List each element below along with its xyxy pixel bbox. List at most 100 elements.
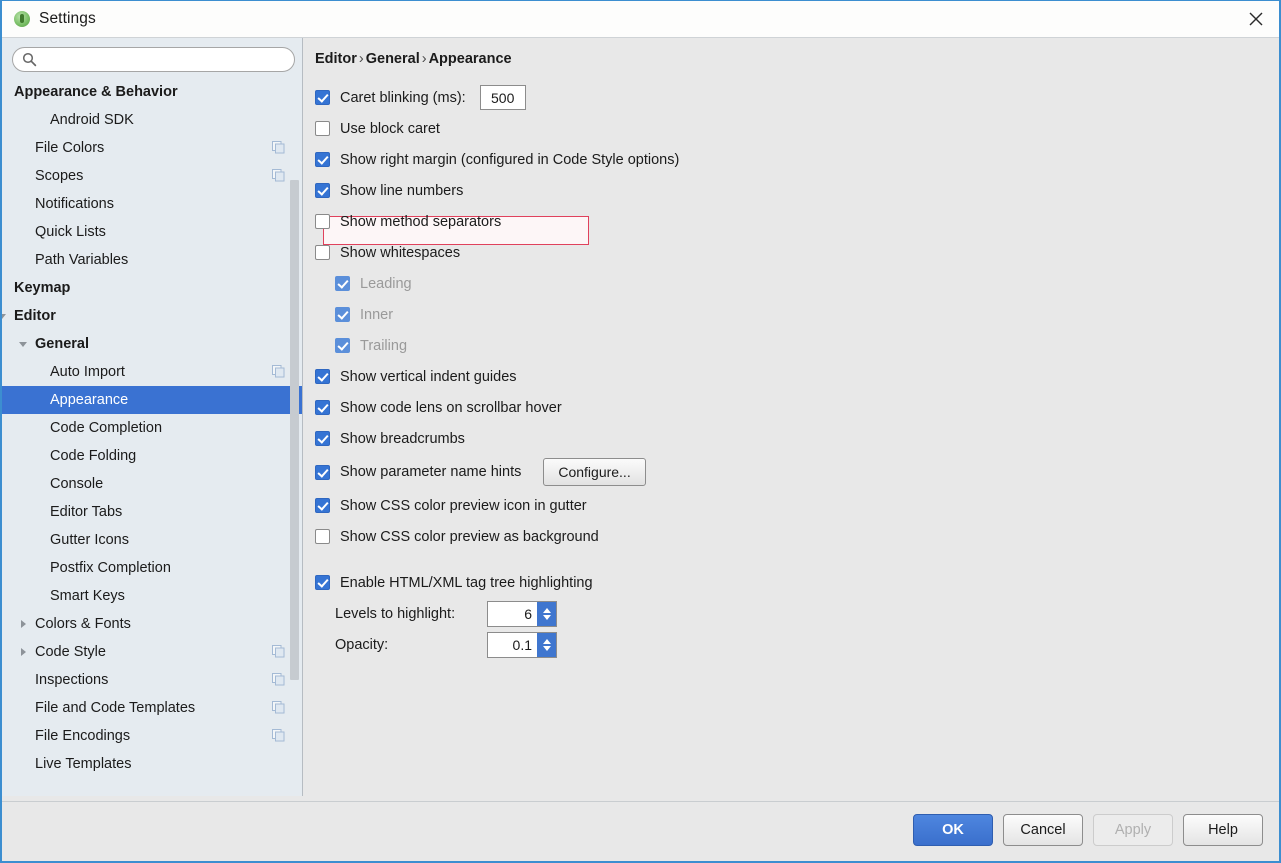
option-row-use-block-caret: Use block caret: [315, 113, 1265, 144]
sidebar-item-scopes[interactable]: Scopes: [2, 162, 302, 190]
label-css-background: Show CSS color preview as background: [340, 528, 599, 545]
checkbox-show-right-margin[interactable]: [315, 152, 330, 167]
label-show-line-numbers: Show line numbers: [340, 182, 464, 199]
sidebar-item-appearance-behavior[interactable]: Appearance & Behavior: [2, 78, 302, 106]
option-row-inner: Inner: [315, 299, 1265, 330]
sidebar-item-label: File Encodings: [35, 728, 131, 744]
spinner-arrows-levels[interactable]: [537, 601, 556, 626]
checkbox-use-block-caret[interactable]: [315, 121, 330, 136]
checkbox-caret-blinking[interactable]: [315, 90, 330, 105]
sidebar-item-live-templates[interactable]: Live Templates: [2, 750, 302, 778]
chevron-up-icon[interactable]: [542, 607, 551, 613]
sidebar-item-label: Scopes: [35, 168, 84, 184]
sidebar-item-label: Notifications: [35, 196, 114, 212]
sidebar-item-inspections[interactable]: Inspections: [2, 666, 302, 694]
input-levels-to-highlight[interactable]: [488, 602, 536, 625]
help-button[interactable]: Help: [1183, 814, 1263, 846]
sidebar-item-notifications[interactable]: Notifications: [2, 190, 302, 218]
checkbox-param-name-hints[interactable]: [315, 464, 330, 480]
chevron-right-icon[interactable]: [16, 645, 30, 659]
sidebar-item-auto-import[interactable]: Auto Import: [2, 358, 302, 386]
option-row-show-whitespaces: Show whitespaces: [315, 237, 1265, 268]
checkbox-code-lens[interactable]: [315, 400, 330, 415]
settings-tree: Appearance & Behavior Android SDK File Col…: [2, 78, 302, 796]
settings-main-panel: Editor › General › Appearance Caret blinking…: [304, 38, 1279, 796]
sidebar-item-smart-keys[interactable]: Smart Keys: [2, 582, 302, 610]
dialog-footer: OK Cancel Apply Help: [2, 801, 1279, 860]
label-caret-blinking: Caret blinking (ms):: [340, 89, 466, 106]
option-row-trailing: Trailing: [315, 330, 1265, 361]
sidebar-item-general[interactable]: General: [2, 330, 302, 358]
chevron-down-icon[interactable]: [542, 645, 551, 651]
cancel-button[interactable]: Cancel: [1003, 814, 1083, 846]
breadcrumb-part-editor[interactable]: Editor: [315, 51, 357, 67]
copy-settings-icon: [272, 729, 285, 742]
checkbox-vertical-indent-guides[interactable]: [315, 369, 330, 384]
chevron-up-icon[interactable]: [542, 638, 551, 644]
sidebar-item-code-style[interactable]: Code Style: [2, 638, 302, 666]
window-title: Settings: [39, 10, 96, 27]
sidebar-scrollbar-thumb[interactable]: [290, 180, 299, 680]
option-row-vertical-indent-guides: Show vertical indent guides: [315, 361, 1265, 392]
sidebar-item-label: Quick Lists: [35, 224, 106, 240]
sidebar-item-colors-fonts[interactable]: Colors & Fonts: [2, 610, 302, 638]
option-row-html-tag-tree: Enable HTML/XML tag tree highlighting: [315, 567, 1265, 598]
input-opacity[interactable]: [488, 633, 536, 656]
sidebar-item-console[interactable]: Console: [2, 470, 302, 498]
label-trailing: Trailing: [360, 337, 408, 354]
settings-dialog: Settings Appearance & Behavior Android SD: [0, 0, 1281, 863]
sidebar-item-code-completion[interactable]: Code Completion: [2, 414, 302, 442]
sidebar-item-editor-tabs[interactable]: Editor Tabs: [2, 498, 302, 526]
sidebar-item-file-colors[interactable]: File Colors: [2, 134, 302, 162]
checkbox-show-method-separators[interactable]: [315, 214, 330, 229]
checkbox-html-tag-tree[interactable]: [315, 575, 330, 590]
checkbox-trailing: [335, 338, 350, 353]
checkbox-show-line-numbers[interactable]: [315, 183, 330, 198]
search-input[interactable]: [12, 47, 295, 72]
checkbox-css-background[interactable]: [315, 529, 330, 544]
sidebar-item-code-folding[interactable]: Code Folding: [2, 442, 302, 470]
footer-buttons: OK Cancel Apply Help: [913, 814, 1263, 846]
chevron-down-icon[interactable]: [2, 309, 9, 323]
chevron-right-icon[interactable]: [16, 617, 30, 631]
sidebar-item-appearance[interactable]: Appearance: [2, 386, 302, 414]
label-show-right-margin: Show right margin (configured in Code St…: [340, 151, 680, 168]
chevron-down-icon[interactable]: [16, 337, 30, 351]
checkbox-leading: [335, 276, 350, 291]
apply-button: Apply: [1093, 814, 1173, 846]
label-show-method-separators: Show method separators: [340, 213, 502, 230]
sidebar-item-label: File and Code Templates: [35, 700, 196, 716]
sidebar-item-postfix-completion[interactable]: Postfix Completion: [2, 554, 302, 582]
sidebar-item-path-variables[interactable]: Path Variables: [2, 246, 302, 274]
checkbox-show-whitespaces[interactable]: [315, 245, 330, 260]
spinner-arrows-opacity[interactable]: [537, 632, 556, 657]
sidebar-item-file-encodings[interactable]: File Encodings: [2, 722, 302, 750]
checkbox-breadcrumbs[interactable]: [315, 431, 330, 446]
input-caret-blinking-ms[interactable]: [479, 85, 526, 110]
breadcrumb-part-general[interactable]: General: [366, 51, 420, 67]
label-vertical-indent-guides: Show vertical indent guides: [340, 368, 517, 385]
sidebar-item-file-and-code-templates[interactable]: File and Code Templates: [2, 694, 302, 722]
sidebar-item-editor[interactable]: Editor: [2, 302, 302, 330]
sidebar-scrollbar[interactable]: [290, 80, 299, 790]
option-row-param-name-hints: Show parameter name hints Configure...: [315, 454, 1265, 490]
label-breadcrumbs: Show breadcrumbs: [340, 430, 465, 447]
sidebar-item-quick-lists[interactable]: Quick Lists: [2, 218, 302, 246]
label-use-block-caret: Use block caret: [340, 120, 440, 137]
sidebar-item-gutter-icons[interactable]: Gutter Icons: [2, 526, 302, 554]
close-icon[interactable]: [1233, 1, 1279, 37]
sidebar-item-label: Inspections: [35, 672, 109, 688]
chevron-down-icon[interactable]: [542, 614, 551, 620]
ok-button[interactable]: OK: [913, 814, 993, 846]
label-param-name-hints: Show parameter name hints: [340, 464, 522, 480]
sidebar-item-android-sdk[interactable]: Android SDK: [2, 106, 302, 134]
configure-button[interactable]: Configure...: [543, 458, 646, 486]
sidebar-item-label: Smart Keys: [50, 588, 125, 604]
label-leading: Leading: [360, 275, 412, 292]
sidebar-item-keymap[interactable]: Keymap: [2, 274, 302, 302]
dialog-body: Appearance & Behavior Android SDK File Col…: [2, 38, 1279, 801]
checkbox-css-icon-gutter[interactable]: [315, 498, 330, 513]
copy-settings-icon: [272, 701, 285, 714]
copy-settings-icon: [272, 645, 285, 658]
